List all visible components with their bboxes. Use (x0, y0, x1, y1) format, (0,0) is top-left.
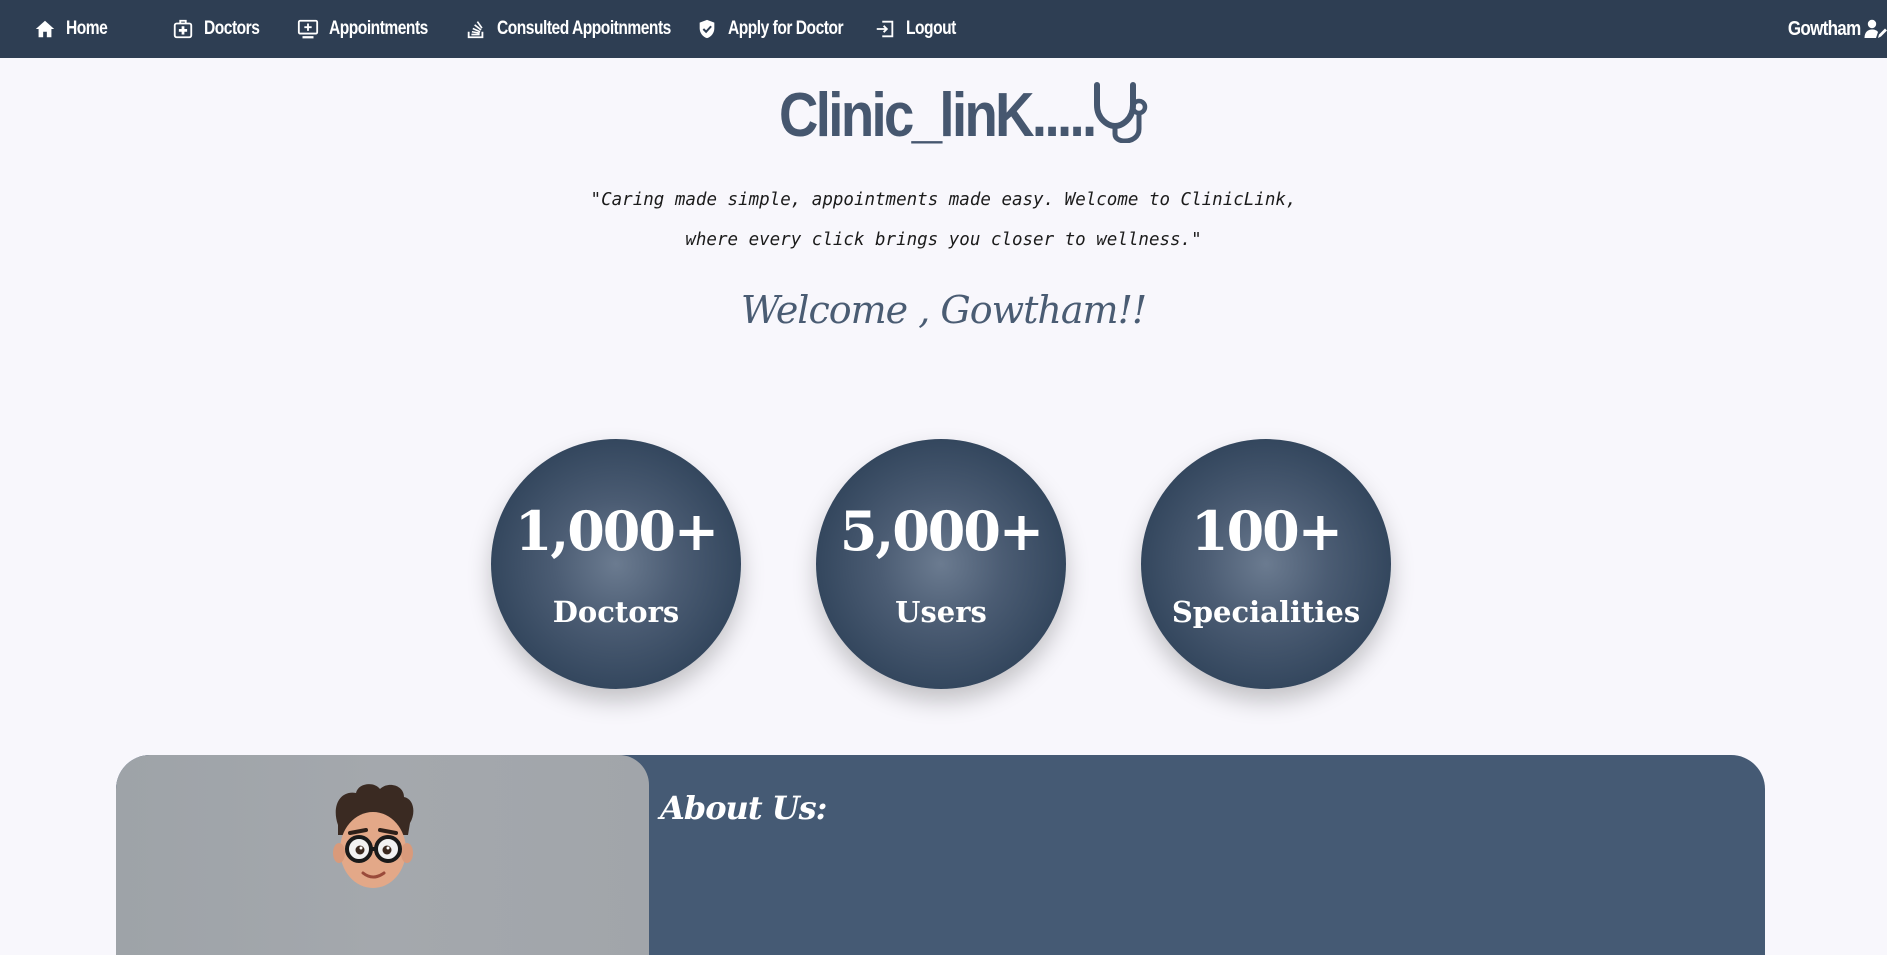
home-icon (34, 18, 56, 40)
nav-consulted-label: Consulted Appoitnments (497, 18, 671, 39)
stat-specialities-value: 100+ (1191, 499, 1343, 563)
shield-check-icon (696, 18, 718, 40)
brand-header: Clinic_linK..... (0, 80, 1887, 151)
stat-doctors-value: 1,000+ (514, 499, 719, 563)
nav-user-label: Gowtham (1788, 17, 1861, 40)
stat-specialities: 100+ Specialities (1141, 439, 1391, 689)
stat-doctors-label: Doctors (552, 595, 680, 629)
tagline-line-2: where every click brings you closer to w… (685, 230, 1202, 250)
user-edit-icon (1863, 17, 1887, 41)
stethoscope-icon (1089, 79, 1151, 144)
tagline-line-1: "Caring made simple, appointments made e… (590, 190, 1297, 210)
nav-apply-for-doctor[interactable]: Apply for Doctor (696, 18, 844, 40)
logout-icon (874, 18, 896, 40)
nav-logout-label: Logout (906, 18, 956, 39)
nav-user-profile[interactable]: Gowtham (1775, 0, 1887, 58)
top-navbar: Home Doctors Appointments Consulted Appo… (0, 0, 1887, 58)
nav-doctors[interactable]: Doctors (172, 18, 260, 40)
nav-appointments-label: Appointments (329, 18, 428, 39)
brand-title: Clinic_linK..... (779, 81, 1097, 150)
nav-apply-label: Apply for Doctor (728, 18, 844, 39)
nav-consulted-appointments[interactable]: Consulted Appoitnments (465, 18, 671, 40)
nav-appointments[interactable]: Appointments (297, 18, 428, 40)
nav-home-label: Home (66, 18, 108, 39)
stat-users-value: 5,000+ (839, 499, 1044, 563)
nav-doctors-label: Doctors (204, 18, 260, 39)
nav-logout[interactable]: Logout (874, 18, 956, 40)
stat-users: 5,000+ Users (816, 439, 1066, 689)
medical-bag-icon (172, 18, 194, 40)
about-section: About Us: (116, 755, 1765, 955)
stack-overflow-icon (465, 18, 487, 40)
stat-users-label: Users (895, 595, 987, 629)
cartoon-doctor-avatar (116, 755, 649, 955)
about-title: About Us: (660, 789, 827, 827)
stat-specialities-label: Specialities (1171, 595, 1361, 629)
nav-home[interactable]: Home (34, 18, 134, 40)
monitor-plus-icon (297, 18, 319, 40)
stat-doctors: 1,000+ Doctors (491, 439, 741, 689)
welcome-message: Welcome , Gowtham!! (740, 288, 1147, 332)
